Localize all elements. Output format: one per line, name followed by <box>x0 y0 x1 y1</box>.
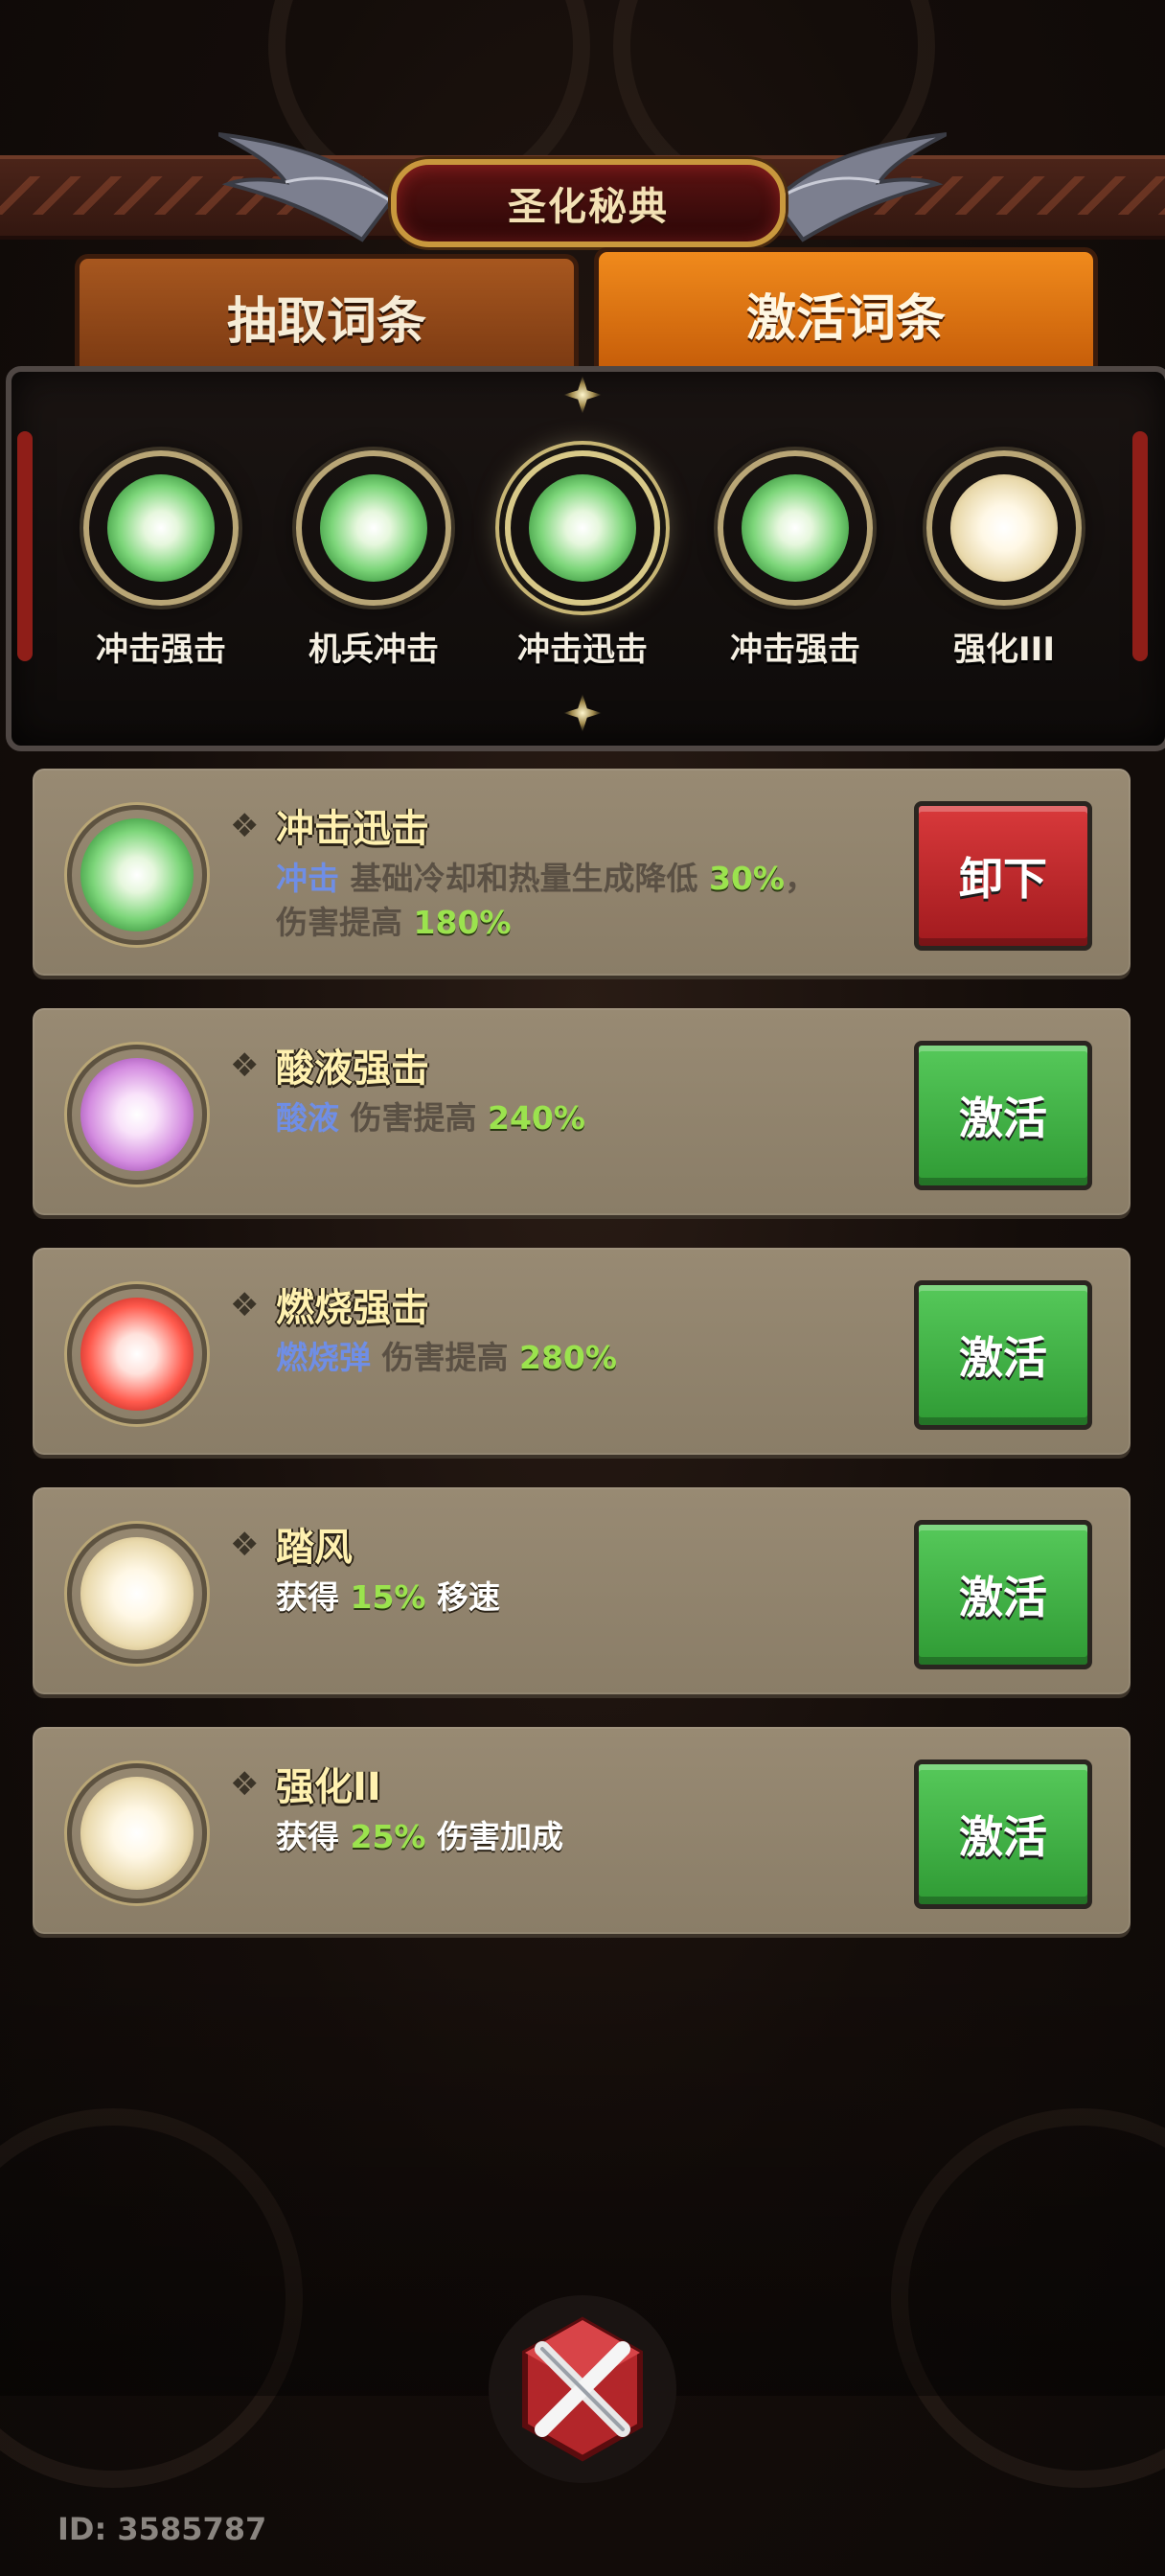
affix-name: 强化II <box>276 1765 381 1809</box>
close-button[interactable] <box>489 2295 676 2483</box>
activate-button[interactable]: 激活 <box>914 1520 1092 1669</box>
white-orb-icon <box>80 1537 194 1650</box>
close-x-icon <box>522 2316 643 2462</box>
purple-orb-icon <box>80 1058 194 1171</box>
diamond-bullet-icon: ❖ <box>230 1286 260 1324</box>
rack-side-bar-right <box>1132 431 1148 661</box>
tab-draw-affix[interactable]: 抽取词条 <box>75 254 579 379</box>
diamond-bullet-icon: ❖ <box>230 1765 260 1804</box>
slot-ring <box>83 450 239 606</box>
affix-description: 燃烧弹 伤害提高 280% <box>276 1336 927 1380</box>
slot-label: 机兵冲击 <box>308 631 439 669</box>
affix-percent: 180% <box>413 904 512 941</box>
affix-orb-frame <box>67 1763 207 1903</box>
affix-name: 燃烧强击 <box>276 1286 429 1330</box>
affix-name: 踏风 <box>276 1526 353 1570</box>
affix-keyword: 酸液 <box>276 1099 339 1137</box>
affix-desc-text: 基础冷却和热量生成降低 <box>350 860 698 897</box>
equipped-slot-3[interactable]: 冲击迅击 <box>501 450 664 680</box>
affix-keyword: 燃烧弹 <box>276 1339 371 1376</box>
slot-label: 冲击迅击 <box>517 631 648 669</box>
slot-label: 强化III <box>953 631 1055 669</box>
affix-keyword: 冲击 <box>276 860 339 897</box>
slot-label: 冲击强击 <box>730 631 860 669</box>
slot-ring <box>505 450 660 606</box>
affix-orb-frame <box>67 1524 207 1664</box>
affix-orb-frame <box>67 1284 207 1424</box>
affix-desc-text: 移速 <box>437 1578 500 1616</box>
green-orb-icon <box>320 474 427 582</box>
green-orb-icon <box>107 474 215 582</box>
affix-desc-text: 获得 <box>276 1578 339 1616</box>
activate-button[interactable]: 激活 <box>914 1041 1092 1190</box>
equipped-slot-4[interactable]: 冲击强击 <box>714 450 877 680</box>
affix-desc-text: 获得 <box>276 1818 339 1855</box>
page-title: 圣化秘典 <box>508 185 669 229</box>
tab-activate-affix[interactable]: 激活词条 <box>594 247 1098 380</box>
affix-percent: 280% <box>519 1339 617 1376</box>
affix-desc-text: 伤害提高 <box>381 1339 509 1376</box>
affix-percent: 25% <box>350 1818 426 1855</box>
affix-percent: 240% <box>488 1099 585 1137</box>
green-orb-icon <box>80 818 194 932</box>
affix-description: 获得 25% 伤害加成 <box>276 1815 927 1859</box>
affix-description: 冲击 基础冷却和热量生成降低 30%， 伤害提高 180% <box>276 857 927 945</box>
affix-orb-frame <box>67 1045 207 1184</box>
affix-card: ❖ 燃烧强击 燃烧弹 伤害提高 280% 激活 <box>33 1248 1131 1455</box>
rack-side-bar-left <box>17 431 33 661</box>
affix-desc-text: 伤害加成 <box>437 1818 563 1855</box>
slot-label: 冲击强击 <box>96 631 226 669</box>
diamond-bullet-icon: ❖ <box>230 1046 260 1085</box>
affix-desc-text: 伤害提高 <box>350 1099 477 1137</box>
tab-label: 激活词条 <box>745 289 946 348</box>
red-orb-icon <box>80 1298 194 1411</box>
slot-ring <box>296 450 451 606</box>
wing-left-icon <box>217 125 400 249</box>
affix-name: 酸液强击 <box>276 1046 429 1091</box>
unequip-button[interactable]: 卸下 <box>914 801 1092 951</box>
affix-description: 获得 15% 移速 <box>276 1576 927 1620</box>
activate-button[interactable]: 激活 <box>914 1760 1092 1909</box>
equipped-slot-5[interactable]: 强化III <box>923 450 1085 680</box>
slot-ring <box>718 450 873 606</box>
player-id: ID: 3585787 <box>57 2511 267 2547</box>
activate-button[interactable]: 激活 <box>914 1280 1092 1430</box>
white-orb-icon <box>950 474 1058 582</box>
slot-ring <box>926 450 1082 606</box>
affix-card: ❖ 冲击迅击 冲击 基础冷却和热量生成降低 30%， 伤害提高 180% 卸下 <box>33 769 1131 976</box>
affix-percent: 15% <box>350 1578 426 1616</box>
white-orb-icon <box>80 1777 194 1890</box>
affix-desc-text: 伤害提高 <box>276 904 402 941</box>
tab-label: 抽取词条 <box>226 292 426 351</box>
wing-right-icon <box>765 125 948 249</box>
green-orb-icon <box>529 474 636 582</box>
equipped-slot-2[interactable]: 机兵冲击 <box>292 450 455 680</box>
equipped-slot-1[interactable]: 冲击强击 <box>80 450 242 680</box>
diamond-bullet-icon: ❖ <box>230 1526 260 1564</box>
affix-card: ❖ 酸液强击 酸液 伤害提高 240% 激活 <box>33 1008 1131 1215</box>
affix-name: 冲击迅击 <box>276 807 429 851</box>
title-plate: 圣化秘典 <box>391 159 786 247</box>
affix-orb-frame <box>67 805 207 945</box>
app-root: 圣化秘典 抽取词条 激活词条 冲击强击 机兵冲击 冲击迅击 冲击强击 强化III… <box>0 0 1165 2576</box>
diamond-bullet-icon: ❖ <box>230 807 260 845</box>
affix-desc-text: ， <box>785 860 816 897</box>
affix-card: ❖ 踏风 获得 15% 移速 激活 <box>33 1487 1131 1694</box>
green-orb-icon <box>742 474 849 582</box>
affix-percent: 30% <box>709 860 785 897</box>
affix-card: ❖ 强化II 获得 25% 伤害加成 激活 <box>33 1727 1131 1934</box>
affix-description: 酸液 伤害提高 240% <box>276 1096 927 1140</box>
